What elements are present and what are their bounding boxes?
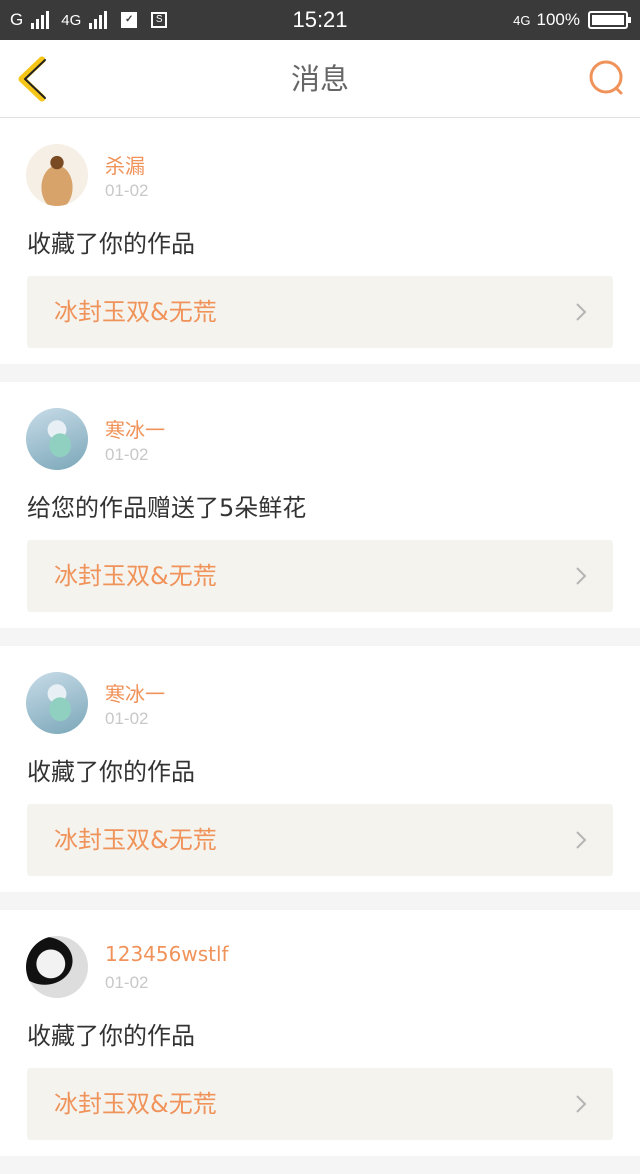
search-button[interactable] xyxy=(586,58,626,98)
username[interactable]: 123456wstlf xyxy=(105,942,229,966)
message-card: 杀漏 01-02 收藏了你的作品 冰封玉双&无荒 xyxy=(0,118,640,364)
date: 01-02 xyxy=(105,181,149,200)
message-action: 给您的作品赠送了5朵鲜花 xyxy=(27,494,307,522)
work-link[interactable]: 冰封玉双&无荒 xyxy=(27,276,613,348)
date: 01-02 xyxy=(105,445,149,464)
chevron-right-icon xyxy=(576,567,587,585)
chevron-right-icon xyxy=(576,1095,587,1113)
message-list: 杀漏 01-02 收藏了你的作品 冰封玉双&无荒 寒冰一 01-02 给您的作品… xyxy=(0,118,640,1174)
nav-bar: 消息 xyxy=(0,40,640,118)
message-action: 收藏了你的作品 xyxy=(27,758,195,786)
work-title: 冰封玉双&无荒 xyxy=(54,562,217,590)
work-title: 冰封玉双&无荒 xyxy=(54,298,217,326)
username[interactable]: 寒冰一 xyxy=(105,678,165,707)
avatar[interactable] xyxy=(26,672,88,734)
username[interactable]: 寒冰一 xyxy=(105,414,165,443)
avatar[interactable] xyxy=(26,408,88,470)
page-title: 消息 xyxy=(290,62,349,96)
work-title: 冰封玉双&无荒 xyxy=(54,1090,217,1118)
message-action: 收藏了你的作品 xyxy=(27,1022,195,1050)
status-right: 4G 100% xyxy=(513,0,631,40)
username[interactable]: 杀漏 xyxy=(105,150,145,179)
battery-percent: 100% xyxy=(536,10,580,29)
date: 01-02 xyxy=(105,709,149,728)
message-card: 寒冰一 01-02 给您的作品赠送了5朵鲜花 冰封玉双&无荒 xyxy=(0,382,640,628)
work-link[interactable]: 冰封玉双&无荒 xyxy=(27,804,613,876)
work-title: 冰封玉双&无荒 xyxy=(54,826,217,854)
message-action: 收藏了你的作品 xyxy=(27,230,195,258)
avatar[interactable] xyxy=(26,936,88,998)
chevron-right-icon xyxy=(576,303,587,321)
work-link[interactable]: 冰封玉双&无荒 xyxy=(27,1068,613,1140)
message-card: 123456wstlf 01-02 收藏了你的作品 冰封玉双&无荒 xyxy=(0,910,640,1156)
status-bar: G 4G ✓ S 15:21 4G 100% xyxy=(0,0,640,40)
work-link[interactable]: 冰封玉双&无荒 xyxy=(27,540,613,612)
battery-icon xyxy=(588,11,631,29)
message-card: 寒冰一 01-02 收藏了你的作品 冰封玉双&无荒 xyxy=(0,646,640,892)
date: 01-02 xyxy=(105,973,149,992)
network-label: 4G xyxy=(513,12,531,28)
search-icon xyxy=(589,60,623,95)
chevron-right-icon xyxy=(576,831,587,849)
avatar[interactable] xyxy=(26,144,88,206)
